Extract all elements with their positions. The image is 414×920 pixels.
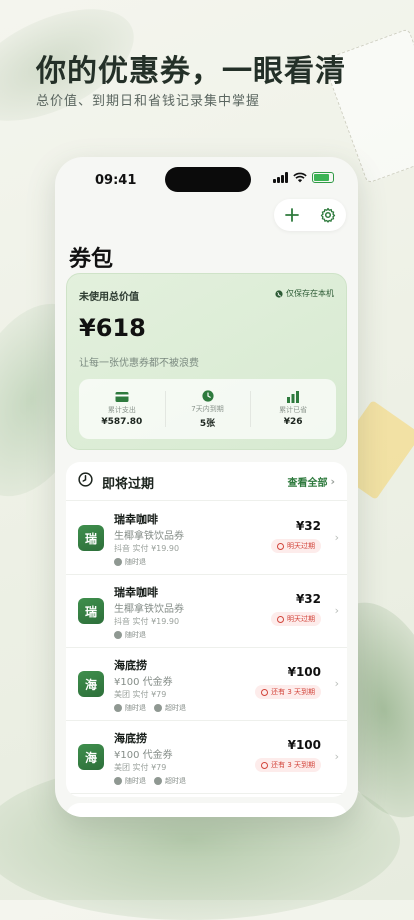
coupon-tags: 随时退 (114, 557, 146, 567)
expiry-badge: 明天过期 (271, 539, 321, 553)
chevron-right-icon: › (334, 604, 339, 617)
stat-total-spent: 累计支出 ¥587.80 (79, 379, 165, 439)
stat-value: ¥26 (283, 417, 303, 427)
clock-icon (78, 472, 93, 487)
refund-icon (114, 704, 122, 712)
signal-icon (273, 172, 288, 183)
stat-value: 5张 (199, 418, 216, 429)
card-icon (115, 392, 129, 402)
brand-logo: 瑞 (78, 598, 104, 624)
promo-subheadline: 总价值、到期日和省钱记录集中掌握 (36, 94, 261, 109)
coupon-item[interactable]: 瑞 瑞幸咖啡 生椰拿铁饮品券 抖音 实付 ¥19.90 随时退 ¥32 明天过期… (66, 501, 347, 575)
stat-label: 7天内到期 (191, 404, 224, 413)
settings-button[interactable] (316, 203, 340, 227)
coupon-price: ¥32 (295, 592, 321, 606)
coupon-meta: 抖音 实付 ¥19.90 (114, 544, 180, 553)
refund-icon (154, 704, 162, 712)
coupon-price: ¥32 (295, 519, 321, 533)
coupon-price: ¥100 (287, 665, 321, 679)
refund-tag: 随时退 (114, 703, 146, 713)
expiring-header: 即将过期 查看全部 › (66, 462, 347, 501)
expiry-badge: 还有 3 天到期 (255, 758, 321, 772)
clock-icon (261, 761, 269, 769)
add-coupon-button[interactable] (280, 203, 304, 227)
coupon-description: 生椰拿铁饮品券 (114, 531, 184, 542)
clock-icon (277, 542, 284, 550)
stat-value: ¥587.80 (101, 417, 143, 427)
stat-label: 累计支出 (107, 406, 136, 414)
coupon-description: ¥100 代金券 (114, 677, 173, 688)
expiring-section: 即将过期 查看全部 › 瑞 瑞幸咖啡 生椰拿铁饮品券 抖音 实付 ¥19.90 … (66, 462, 347, 797)
next-section-card (66, 803, 347, 817)
local-storage-label: 仅保存在本机 (286, 289, 334, 298)
coupon-brand: 瑞幸咖啡 (114, 586, 158, 599)
coupon-tags: 随时退 (114, 630, 146, 640)
expiring-title: 即将过期 (102, 477, 155, 492)
phone-screen: 09:41 券包 未使用总价值 仅保存在本机 ¥618 让每一张优惠券都不被浪费… (55, 157, 358, 817)
chevron-right-icon: › (334, 750, 339, 763)
dynamic-island (165, 167, 251, 192)
top-actions (274, 199, 346, 231)
clock-icon (277, 615, 284, 623)
view-all-link[interactable]: 查看全部 › (287, 474, 335, 489)
chevron-right-icon: › (334, 531, 339, 544)
status-time: 09:41 (95, 173, 137, 188)
stat-label: 累计已省 (279, 406, 308, 414)
promo-headline: 你的优惠券，一眼看清 (36, 54, 346, 89)
status-bar: 09:41 (55, 157, 358, 201)
stats-panel: 累计支出 ¥587.80 7天内到期 5张 累计已省 ¥26 (79, 379, 336, 439)
page-title: 券包 (69, 247, 114, 272)
bar-chart-icon (287, 391, 300, 403)
coupon-brand: 海底捞 (114, 659, 147, 672)
coupon-tags: 随时退 超时退 (114, 703, 186, 713)
refund-tag: 随时退 (114, 776, 146, 786)
clock-icon (261, 688, 269, 696)
refund-icon (154, 777, 162, 785)
gear-icon (320, 207, 336, 223)
brand-logo: 海 (78, 744, 104, 770)
local-storage-tag: 仅保存在本机 (275, 288, 334, 299)
coupon-description: ¥100 代金券 (114, 750, 173, 761)
coupon-meta: 美团 实付 ¥79 (114, 690, 167, 699)
refund-tag: 随时退 (114, 630, 146, 640)
globe-icon (275, 289, 283, 298)
clock-icon (201, 389, 214, 402)
coupon-tags: 随时退 超时退 (114, 776, 186, 786)
stat-total-saved: 累计已省 ¥26 (250, 379, 336, 439)
refund-icon (114, 777, 122, 785)
battery-icon (312, 172, 334, 183)
overtime-refund-tag: 超时退 (154, 703, 186, 713)
coupon-description: 生椰拿铁饮品券 (114, 604, 184, 615)
chevron-right-icon: › (334, 677, 339, 690)
coupon-item[interactable]: 瑞 瑞幸咖啡 生椰拿铁饮品券 抖音 实付 ¥19.90 随时退 ¥32 明天过期… (66, 574, 347, 648)
coupon-brand: 瑞幸咖啡 (114, 513, 158, 526)
brand-logo: 瑞 (78, 525, 104, 551)
summary-label: 未使用总价值 (79, 292, 139, 303)
status-icons (273, 172, 334, 183)
overtime-refund-tag: 超时退 (154, 776, 186, 786)
refund-icon (114, 558, 122, 566)
chevron-right-icon: › (330, 475, 335, 488)
expiry-badge: 还有 3 天到期 (255, 685, 321, 699)
coupon-meta: 美团 实付 ¥79 (114, 763, 167, 772)
summary-card: 未使用总价值 仅保存在本机 ¥618 让每一张优惠券都不被浪费 累计支出 ¥58… (66, 273, 347, 450)
wifi-icon (293, 172, 307, 183)
total-value: ¥618 (79, 314, 146, 342)
coupon-item[interactable]: 海 海底捞 ¥100 代金券 美团 实付 ¥79 随时退 超时退 ¥100 还有… (66, 720, 347, 794)
stat-expiring-soon: 7天内到期 5张 (164, 379, 251, 439)
refund-icon (114, 631, 122, 639)
coupon-meta: 抖音 实付 ¥19.90 (114, 617, 180, 626)
view-all-label: 查看全部 (287, 478, 328, 489)
refund-tag: 随时退 (114, 557, 146, 567)
brand-logo: 海 (78, 671, 104, 697)
coupon-item[interactable]: 海 海底捞 ¥100 代金券 美团 实付 ¥79 随时退 超时退 ¥100 还有… (66, 647, 347, 721)
coupon-price: ¥100 (287, 738, 321, 752)
expiry-badge: 明天过期 (271, 612, 321, 626)
coupon-brand: 海底捞 (114, 732, 147, 745)
summary-note: 让每一张优惠券都不被浪费 (79, 358, 199, 369)
plus-icon (285, 208, 299, 222)
